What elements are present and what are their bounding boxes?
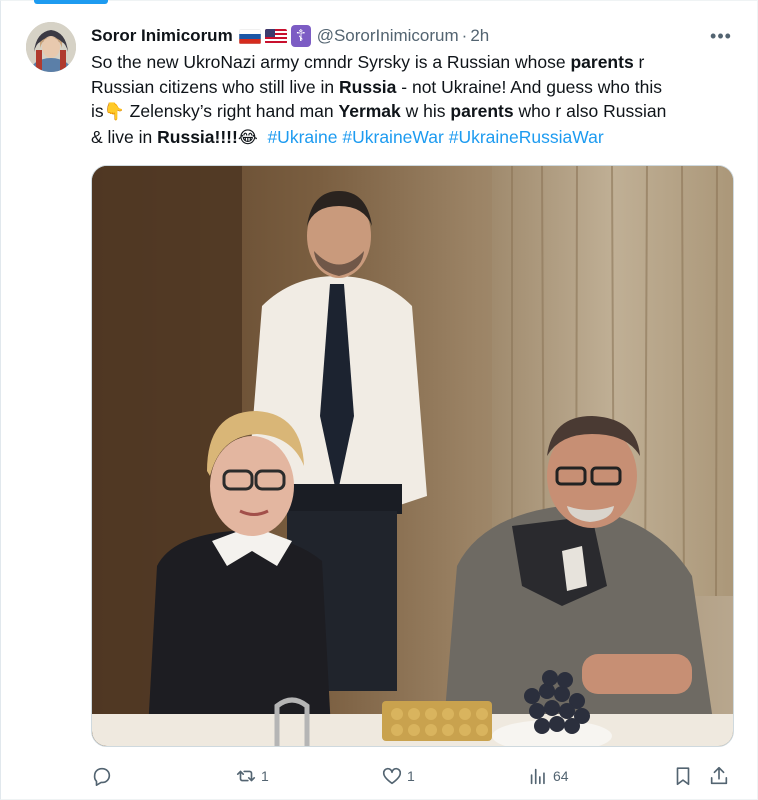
bookmark-button[interactable] [672,762,694,790]
share-icon [710,766,728,785]
reply-button[interactable] [91,762,117,790]
text-segment: w his [400,101,451,121]
hashtag-link[interactable]: #Ukraine [267,127,337,147]
tweet-header: Soror Inimicorum ☦ @SororInimicorum · 2h… [91,23,738,49]
heart-icon [382,767,402,785]
hashtag-link[interactable]: #UkraineRussiaWar [449,127,604,147]
display-name[interactable]: Soror Inimicorum [91,26,233,46]
text-bold: Yermak [338,101,401,121]
us-flag-icon [264,28,287,44]
text-bold: Russia [339,76,397,97]
text-segment: Russian citizens who still live in [91,76,340,97]
tab-indicator [34,0,108,4]
text-segment: who r also Russian [513,101,667,121]
like-count: 1 [407,768,415,784]
reply-icon [93,767,111,786]
text-bold: parents [570,52,634,72]
text-segment: Zelensky’s right hand man [124,101,339,121]
retweet-button[interactable]: 1 [235,762,269,790]
pointing-down-emoji: 👇 [103,102,125,121]
views-icon [530,768,545,785]
text-segment: r [633,52,645,72]
text-bold: parents [450,101,514,121]
timestamp[interactable]: 2h [470,26,489,46]
avatar[interactable] [26,22,76,72]
retweet-count: 1 [261,768,269,784]
text-segment: - not Ukraine! And guess who this [396,76,662,97]
hashtag-link[interactable]: #UkraineWar [342,127,443,147]
bookmark-icon [676,767,690,786]
separator: · [461,26,468,45]
text-segment: & live in [91,126,158,147]
more-options-icon[interactable]: ••• [708,23,734,49]
user-handle[interactable]: @SororInimicorum [317,26,459,46]
russia-flag-icon [238,28,261,44]
orthodox-cross-icon: ☦ [290,25,311,47]
tweet-text: So the new UkroNazi army cmndr Syrsky is… [91,50,741,150]
share-button[interactable] [708,762,730,790]
tweet-actions: 1 1 64 [91,762,741,790]
text-segment: So the new UkroNazi army cmndr Syrsky is… [91,52,571,72]
views-count: 64 [553,768,569,784]
tweet-photo[interactable] [91,165,734,747]
text-segment: is [91,101,104,121]
text-bold: Russia [157,126,215,147]
profile-badges: ☦ [238,25,311,47]
laughing-emoji: 😂 [237,127,258,147]
views-button[interactable]: 64 [527,762,569,790]
retweet-icon [236,770,256,782]
like-button[interactable]: 1 [381,762,415,790]
text-bold: !!!! [214,126,238,147]
